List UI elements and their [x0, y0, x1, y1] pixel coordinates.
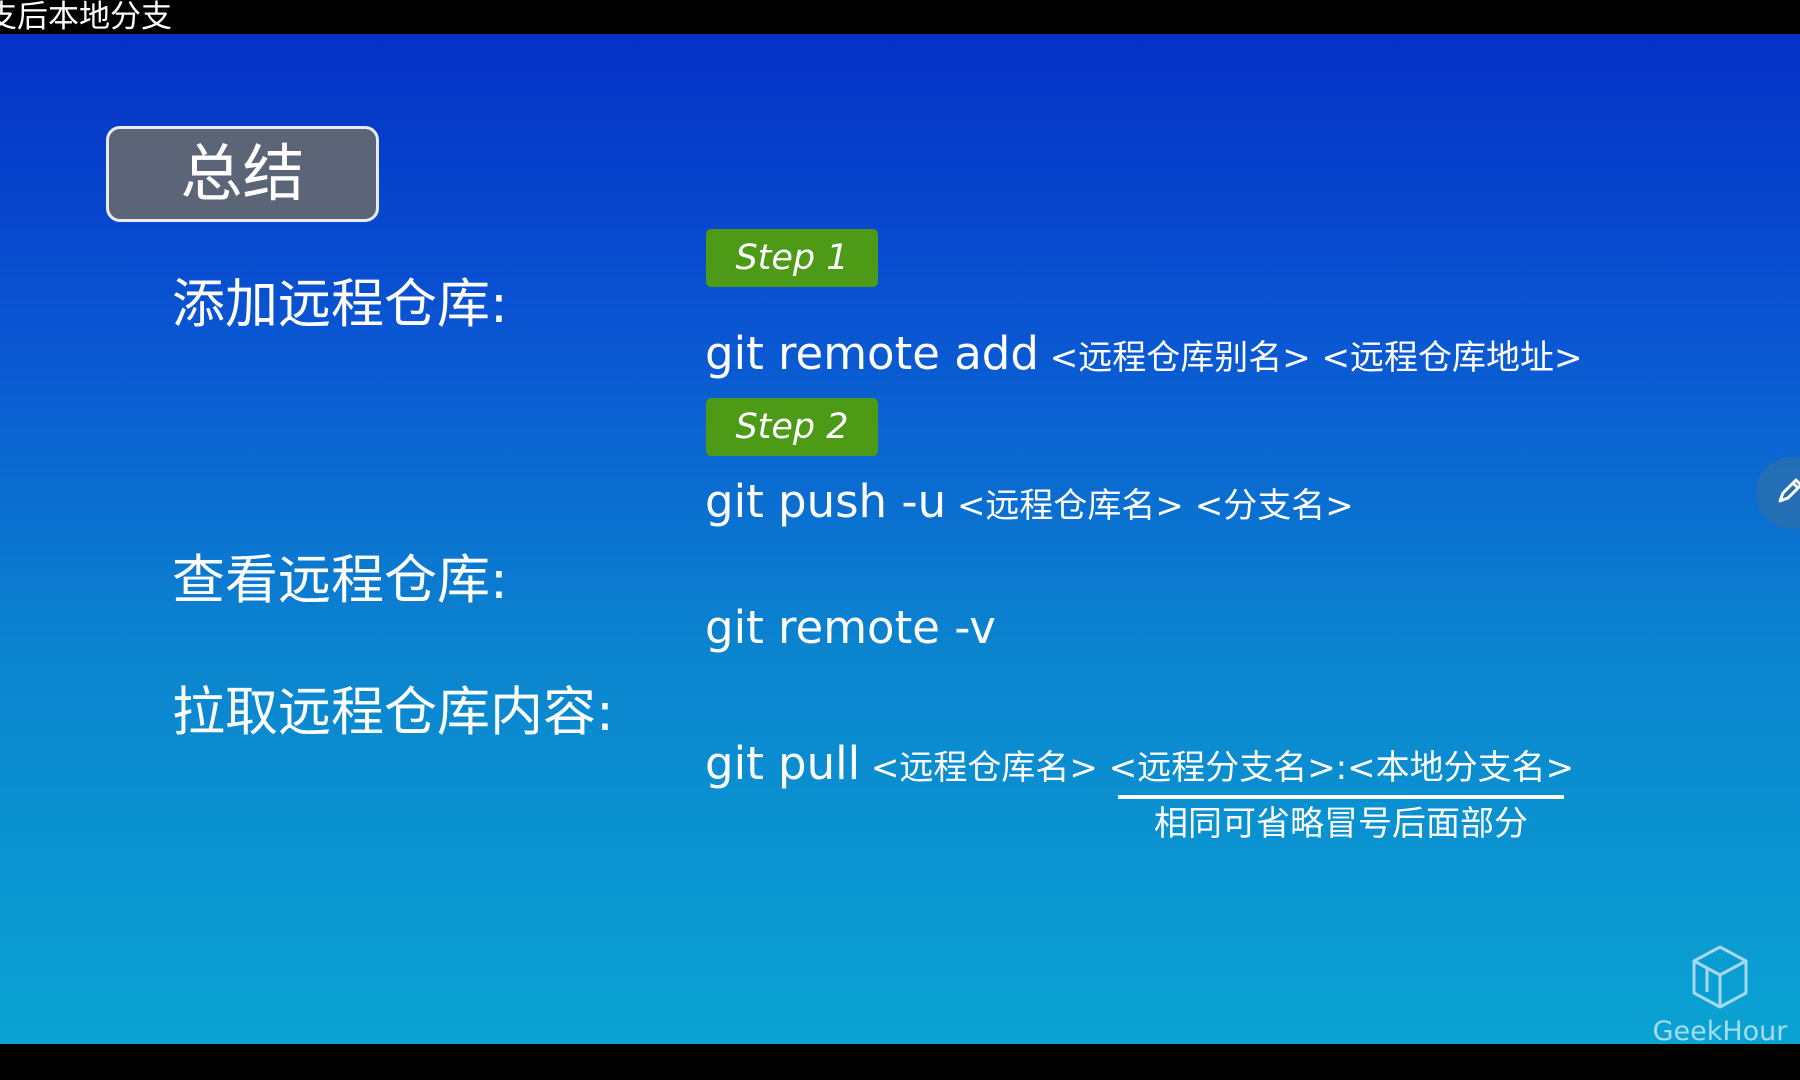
pull-note-underline — [1118, 795, 1564, 799]
pen-annotation-button[interactable] — [1756, 457, 1800, 529]
git-push-text: git push -u — [705, 475, 947, 528]
git-pull-args: <远程仓库名> <远程分支名>:<本地分支名> — [860, 748, 1575, 788]
pull-remote-label: 拉取远程仓库内容: — [172, 682, 614, 743]
cube-logo-icon — [1692, 945, 1748, 1009]
git-remote-v-text: git remote -v — [705, 601, 996, 654]
video-frame: 支后本地分支 总结 添加远程仓库: Step 1 git remote add … — [0, 0, 1800, 1080]
git-remote-add-command: git remote add <远程仓库别名> <远程仓库地址> — [705, 331, 1583, 376]
video-title: 支后本地分支 — [0, 0, 172, 35]
git-push-args: <远程仓库名> <分支名> — [946, 486, 1354, 526]
view-remote-label: 查看远程仓库: — [172, 550, 508, 611]
pull-note: 相同可省略冒号后面部分 — [1154, 804, 1528, 844]
presentation-slide: 总结 添加远程仓库: Step 1 git remote add <远程仓库别名… — [0, 34, 1800, 1044]
watermark-text: GeekHour — [1652, 1016, 1788, 1044]
summary-title-box: 总结 — [106, 126, 379, 222]
step-1-badge: Step 1 — [706, 229, 878, 287]
add-remote-label: 添加远程仓库: — [172, 274, 508, 335]
step-2-badge: Step 2 — [706, 398, 878, 456]
pen-icon — [1778, 478, 1800, 503]
step-2-text: Step 2 — [735, 406, 849, 447]
git-push-command: git push -u <远程仓库名> <分支名> — [705, 479, 1354, 524]
step-1-text: Step 1 — [735, 237, 849, 278]
geekhour-watermark: GeekHour — [1650, 944, 1790, 1044]
git-pull-text: git pull — [705, 737, 861, 790]
git-pull-command: git pull <远程仓库名> <远程分支名>:<本地分支名> — [705, 741, 1574, 786]
summary-title: 总结 — [180, 137, 305, 210]
git-remote-add-text: git remote add — [705, 327, 1039, 380]
git-remote-v-command: git remote -v — [705, 605, 996, 650]
git-remote-add-args: <远程仓库别名> <远程仓库地址> — [1038, 338, 1583, 378]
video-title-bar: 支后本地分支 — [0, 0, 1800, 34]
video-bottom-bar — [0, 1044, 1800, 1080]
